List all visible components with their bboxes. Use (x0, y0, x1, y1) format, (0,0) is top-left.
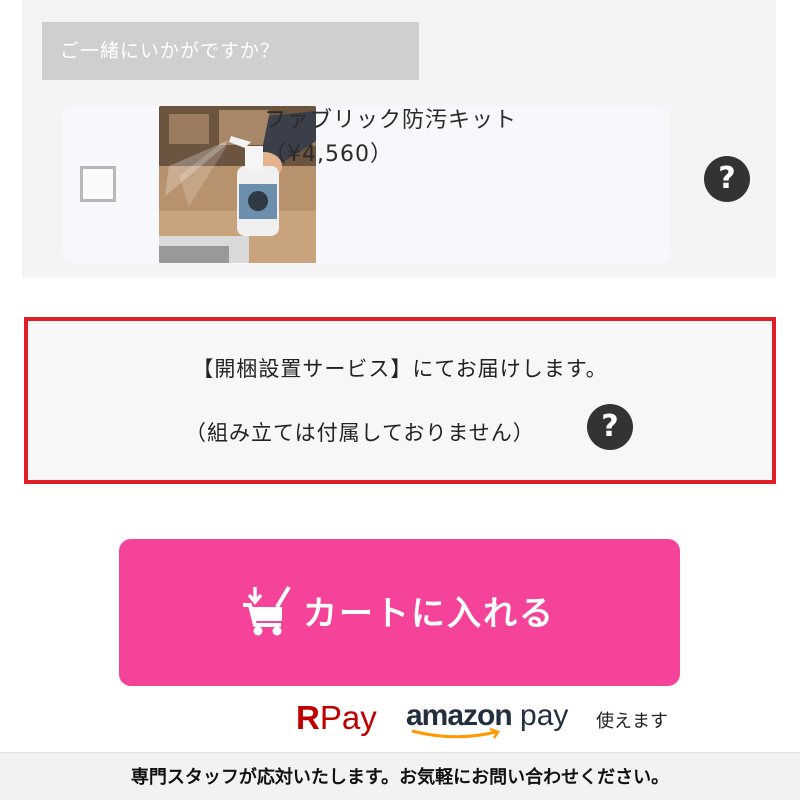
add-to-cart-button[interactable]: カートに入れる (119, 539, 680, 686)
delivery-notice: 【開梱設置サービス】にてお届けします。 （組み立ては付属しておりません） (24, 317, 776, 484)
notice-help-icon[interactable]: ? (587, 404, 633, 450)
product-name[interactable]: ファブリック防汚キット（¥4,560） (264, 104, 624, 172)
add-to-cart-label: カートに入れる (303, 594, 555, 634)
payment-methods: RPay amazon pay 使えます (296, 699, 696, 739)
cart-download-icon (243, 585, 291, 636)
amazon-smile-icon (411, 728, 500, 739)
support-footer[interactable]: 専門スタッフが応対いたします。お気軽にお問い合わせください。 (0, 752, 800, 800)
upsell-heading: ご一緒にいかがですか？ (42, 22, 419, 80)
amazon-pay-logo: amazon pay (406, 699, 568, 739)
payment-suffix: 使えます (596, 711, 668, 732)
notice-line-2: （組み立ては付属しておりません） (185, 421, 535, 445)
upsell-help-icon[interactable]: ? (704, 156, 750, 202)
rpay-logo: RPay (296, 699, 377, 736)
notice-line-1: 【開梱設置サービス】にてお届けします。 (192, 357, 608, 381)
upsell-checkbox[interactable] (80, 166, 116, 202)
